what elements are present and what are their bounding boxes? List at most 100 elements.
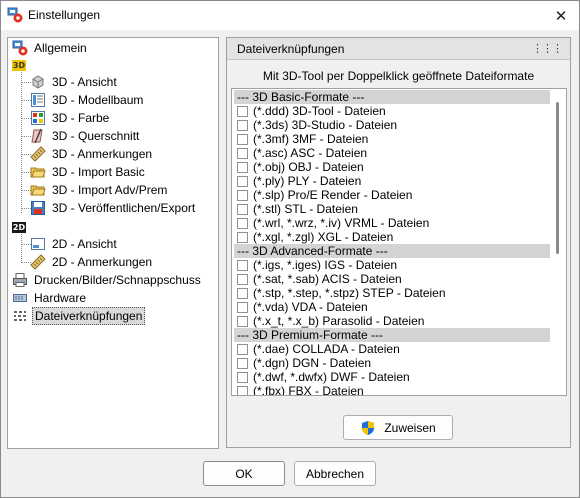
tree-item-label: 3D - Anmerkungen <box>52 147 153 161</box>
list-item[interactable]: (*.3ds) 3D-Studio - Dateien <box>234 118 550 132</box>
list-item[interactable]: (*.obj) OBJ - Dateien <box>234 160 550 174</box>
list-item[interactable]: (*.igs, *.iges) IGS - Dateien <box>234 258 550 272</box>
format-checkbox[interactable] <box>237 371 248 383</box>
tree-connector <box>21 70 22 213</box>
tree-item-allgemein[interactable]: Allgemein <box>12 39 89 57</box>
format-label: (*.dae) COLLADA - Dateien <box>253 342 400 356</box>
tree-item-label: 2D - Anmerkungen <box>52 255 153 269</box>
tree-group-2d[interactable]: 2D <box>12 218 32 236</box>
list-item[interactable]: (*.asc) ASC - Dateien <box>234 146 550 160</box>
tree-item-drucken[interactable]: Drucken/Bilder/Schnappschuss <box>12 271 203 289</box>
file-association-icon: ⋮⋮⋮ <box>532 42 563 55</box>
list-item[interactable]: (*.stp, *.step, *.stpz) STEP - Dateien <box>234 286 550 300</box>
format-checkbox[interactable] <box>237 385 248 395</box>
format-checkbox[interactable] <box>237 231 248 243</box>
file-format-list[interactable]: --- 3D Basic-Formate --- (*.ddd) 3D-Tool … <box>231 88 567 396</box>
list-item[interactable]: (*.vda) VDA - Dateien <box>234 300 550 314</box>
list-item[interactable]: (*.xgl, *.zgl) XGL - Dateien <box>234 230 550 244</box>
group-label: --- 3D Advanced-Formate --- <box>237 244 388 258</box>
format-label: (*.wrl, *.wrz, *.iv) VRML - Dateien <box>253 216 430 230</box>
2d-view-icon <box>30 236 46 252</box>
format-checkbox[interactable] <box>237 161 248 173</box>
tree-item-3d-import-basic[interactable]: 3D - Import Basic <box>30 163 147 181</box>
list-item[interactable]: (*.dae) COLLADA - Dateien <box>234 342 550 356</box>
format-checkbox[interactable] <box>237 105 248 117</box>
format-checkbox[interactable] <box>237 287 248 299</box>
model-tree-icon <box>30 92 46 108</box>
general-settings-icon <box>12 40 28 56</box>
list-item[interactable]: (*.3mf) 3MF - Dateien <box>234 132 550 146</box>
tree-item-label: 2D - Ansicht <box>52 237 117 251</box>
format-label: (*.stp, *.step, *.stpz) STEP - Dateien <box>253 286 446 300</box>
list-item[interactable]: (*.fbx) FBX - Dateien <box>234 384 550 395</box>
group-label: --- 3D Basic-Formate --- <box>237 90 365 104</box>
tree-item-hardware[interactable]: Hardware <box>12 289 88 307</box>
tree-item-3d-ansicht[interactable]: 3D - Ansicht <box>30 73 119 91</box>
format-checkbox[interactable] <box>237 301 248 313</box>
format-checkbox[interactable] <box>237 133 248 145</box>
format-checkbox[interactable] <box>237 259 248 271</box>
ruler-icon <box>30 254 46 270</box>
format-label: (*.stl) STL - Dateien <box>253 202 358 216</box>
2d-badge-icon: 2D <box>12 219 28 235</box>
list-group-header: --- 3D Advanced-Formate --- <box>234 244 550 258</box>
format-checkbox[interactable] <box>237 343 248 355</box>
panel-header: Dateiverknüpfungen ⋮⋮⋮ <box>227 38 570 60</box>
format-checkbox[interactable] <box>237 203 248 215</box>
ok-button[interactable]: OK <box>203 461 285 486</box>
scrollbar-thumb[interactable] <box>556 102 559 254</box>
tree-item-label: Drucken/Bilder/Schnappschuss <box>34 273 201 287</box>
ruler-icon <box>30 146 46 162</box>
list-item[interactable]: (*.sat, *.sab) ACIS - Dateien <box>234 272 550 286</box>
tree-item-3d-modellbaum[interactable]: 3D - Modellbaum <box>30 91 145 109</box>
save-export-icon <box>30 200 46 216</box>
list-item[interactable]: (*.ddd) 3D-Tool - Dateien <box>234 104 550 118</box>
format-checkbox[interactable] <box>237 273 248 285</box>
tree-item-label: Hardware <box>34 291 87 305</box>
format-label: (*.ply) PLY - Dateien <box>253 174 362 188</box>
tree-item-dateiverknuepfungen[interactable]: Dateiverknüpfungen <box>12 307 146 325</box>
group-label: --- 3D Premium-Formate --- <box>237 328 383 342</box>
shield-icon <box>360 420 376 436</box>
list-item[interactable]: (*.stl) STL - Dateien <box>234 202 550 216</box>
format-label: (*.3ds) 3D-Studio - Dateien <box>253 118 398 132</box>
folder-open-icon <box>30 164 46 180</box>
list-item[interactable]: (*.dwf, *.dwfx) DWF - Dateien <box>234 370 550 384</box>
tree-item-label: 3D - Ansicht <box>52 75 117 89</box>
format-checkbox[interactable] <box>237 357 248 369</box>
cancel-button-label: Abbrechen <box>305 466 365 481</box>
tree-item-3d-import-adv-prem[interactable]: 3D - Import Adv/Prem <box>30 181 169 199</box>
format-label: (*.obj) OBJ - Dateien <box>253 160 364 174</box>
tree-item-label: Allgemein <box>34 41 87 55</box>
tree-item-3d-farbe[interactable]: 3D - Farbe <box>30 109 111 127</box>
format-checkbox[interactable] <box>237 119 248 131</box>
tree-item-label: 3D - Import Adv/Prem <box>52 183 168 197</box>
close-button[interactable]: ✕ <box>543 1 579 30</box>
file-associations-panel: Dateiverknüpfungen ⋮⋮⋮ Mit 3D-Tool per D… <box>226 37 571 448</box>
tree-item-2d-ansicht[interactable]: 2D - Ansicht <box>30 235 119 253</box>
tree-group-3d[interactable]: 3D <box>12 56 32 74</box>
format-checkbox[interactable] <box>237 147 248 159</box>
tree-connector <box>21 232 22 263</box>
format-checkbox[interactable] <box>237 217 248 229</box>
tree-item-2d-anmerkungen[interactable]: 2D - Anmerkungen <box>30 253 154 271</box>
list-item[interactable]: (*.wrl, *.wrz, *.iv) VRML - Dateien <box>234 216 550 230</box>
list-item[interactable]: (*.dgn) DGN - Dateien <box>234 356 550 370</box>
list-item[interactable]: (*.slp) Pro/E Render - Dateien <box>234 188 550 202</box>
cancel-button[interactable]: Abbrechen <box>294 461 376 486</box>
settings-tree[interactable]: Allgemein 3D 3D - Ansicht 3D - Modellbau… <box>7 37 219 449</box>
tree-item-3d-anmerkungen[interactable]: 3D - Anmerkungen <box>30 145 154 163</box>
list-scrollbar[interactable] <box>551 90 565 394</box>
list-group-header: --- 3D Basic-Formate --- <box>234 90 550 104</box>
tree-item-3d-export[interactable]: 3D - Veröffentlichen/Export <box>30 199 197 217</box>
panel-title: Dateiverknüpfungen <box>237 42 345 56</box>
title-bar[interactable]: Einstellungen ✕ <box>1 1 579 30</box>
format-checkbox[interactable] <box>237 175 248 187</box>
assign-button[interactable]: Zuweisen <box>343 415 453 440</box>
format-checkbox[interactable] <box>237 315 248 327</box>
tree-item-3d-querschnitt[interactable]: 3D - Querschnitt <box>30 127 141 145</box>
list-item[interactable]: (*.x_t, *.x_b) Parasolid - Dateien <box>234 314 550 328</box>
folder-open-icon <box>30 182 46 198</box>
list-item[interactable]: (*.ply) PLY - Dateien <box>234 174 550 188</box>
format-checkbox[interactable] <box>237 189 248 201</box>
